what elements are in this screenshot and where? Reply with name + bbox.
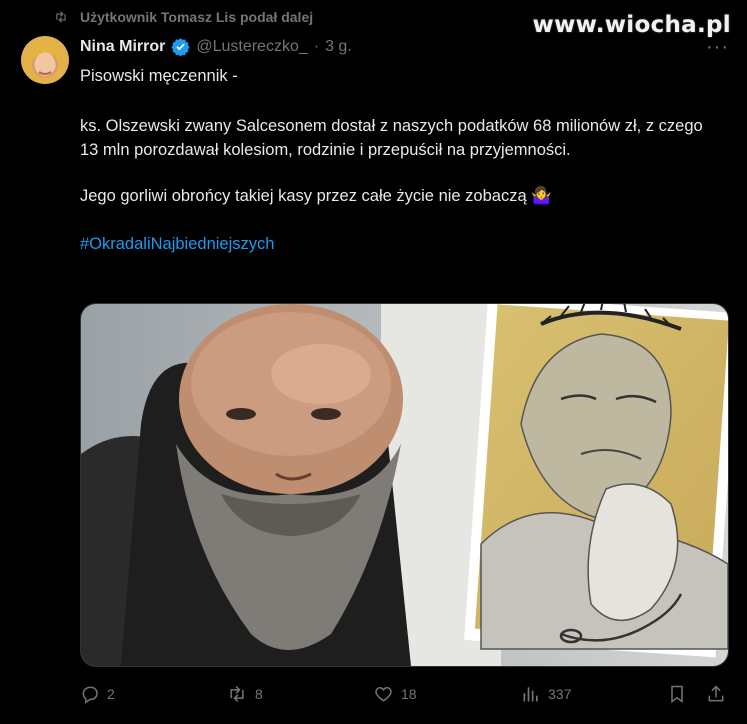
hashtag-link[interactable]: #OkradaliNajbiedniejszych (80, 235, 274, 253)
shrug-emoji: 🤷‍♀️ (531, 187, 552, 205)
reply-button[interactable]: 2 (80, 684, 115, 704)
tweet-header: Nina Mirror @Lustereczko_ · 3 g. (80, 37, 352, 56)
views-chart-icon (523, 687, 538, 702)
avatar[interactable] (21, 36, 69, 84)
like-count: 18 (401, 686, 417, 702)
reply-count: 2 (107, 686, 115, 702)
like-button[interactable]: 18 (373, 684, 417, 704)
tweet-paragraph-2: ks. Olszewski zwany Salcesonem dostał z … (80, 117, 703, 159)
tweet-paragraph-3-text: Jego gorliwi obrońcy takiej kasy przez c… (80, 187, 527, 205)
tweet-media-image[interactable] (80, 303, 729, 667)
timestamp[interactable]: 3 g. (325, 38, 352, 56)
tweet-actions-bar: 2 8 18 337 (80, 684, 730, 708)
bookmark-icon (671, 685, 683, 703)
repost-text: Użytkownik Tomasz Lis podał dalej (80, 9, 314, 25)
views-count: 337 (548, 686, 572, 702)
views-button[interactable]: 337 (521, 684, 571, 704)
watermark: www.wiocha.pl (532, 12, 731, 38)
heart-icon (375, 686, 392, 702)
repost-button[interactable]: 8 (226, 684, 263, 704)
bookmark-button[interactable] (667, 684, 687, 704)
author-handle[interactable]: @Lustereczko_ (196, 38, 307, 56)
separator-dot: · (313, 37, 320, 55)
tweet-text: Pisowski męczennik - ks. Olszewski zwany… (80, 64, 720, 256)
author-name[interactable]: Nina Mirror (80, 38, 165, 56)
verified-badge-icon (171, 38, 190, 56)
share-icon (708, 685, 724, 702)
tweet-paragraph-3: Jego gorliwi obrońcy takiej kasy przez c… (80, 184, 720, 208)
repost-icon (230, 685, 244, 703)
more-options-icon[interactable]: ··· (706, 37, 729, 57)
tweet-line-1: Pisowski męczennik - (80, 67, 238, 85)
repost-icon (56, 11, 66, 23)
reply-icon (82, 686, 98, 704)
share-button[interactable] (706, 684, 726, 704)
repost-indicator[interactable]: Użytkownik Tomasz Lis podał dalej (52, 9, 313, 25)
repost-count: 8 (255, 686, 263, 702)
